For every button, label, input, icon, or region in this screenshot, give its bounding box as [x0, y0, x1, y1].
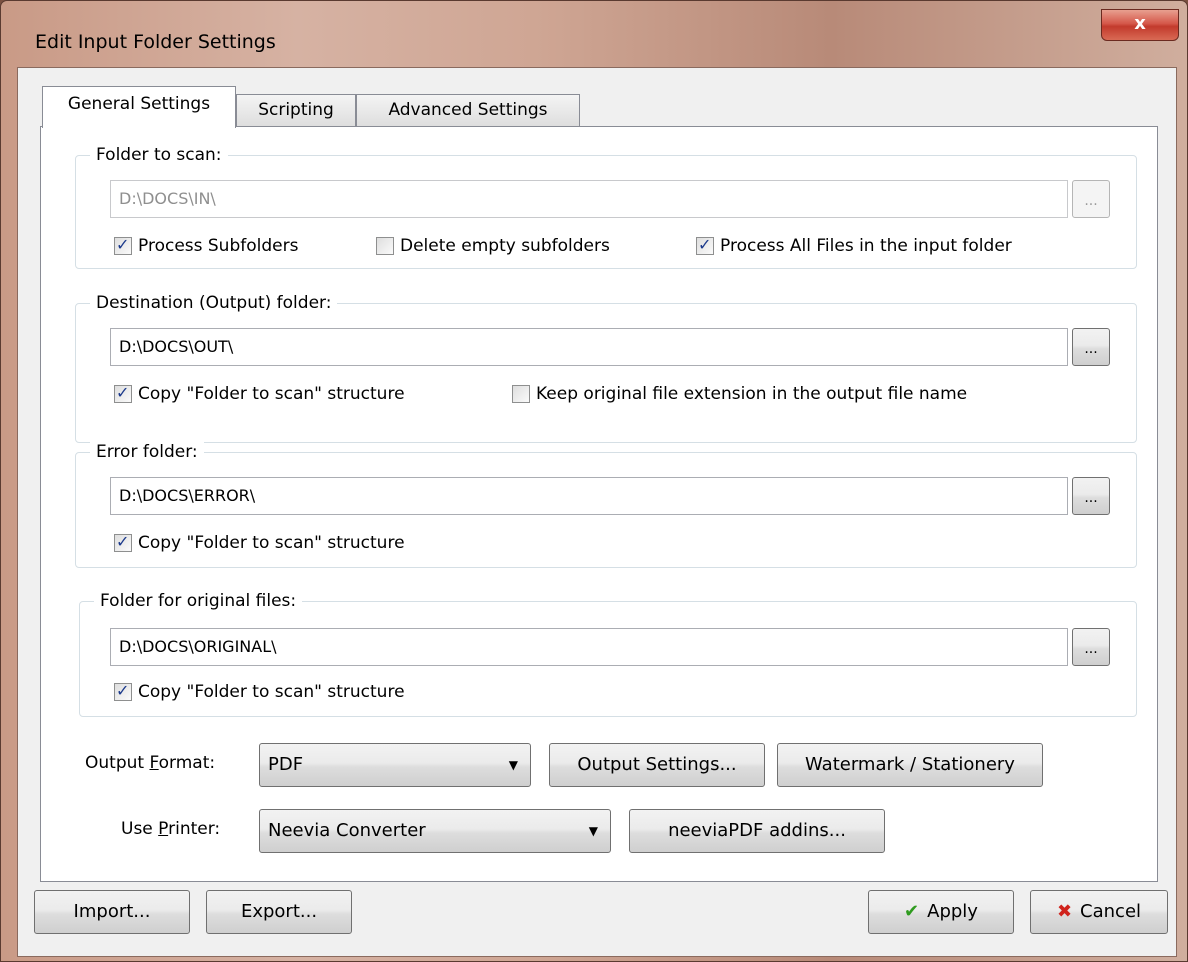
apply-button[interactable]: ✔ Apply [868, 890, 1014, 934]
export-button[interactable]: Export... [206, 890, 352, 934]
dest-copy-structure-label: Copy "Folder to scan" structure [138, 384, 405, 404]
error-folder-browse-button[interactable]: ... [1072, 477, 1110, 515]
chevron-down-icon: ▼ [588, 824, 598, 838]
cancel-button[interactable]: ✖ Cancel [1030, 890, 1168, 934]
close-button[interactable]: x [1101, 9, 1179, 41]
destination-folder-group: Destination (Output) folder: D:\DOCS\OUT… [75, 292, 1137, 443]
general-settings-panel: Folder to scan: D:\DOCS\IN\ ... Process … [40, 126, 1158, 882]
x-icon: ✖ [1056, 901, 1073, 922]
folder-to-scan-group: Folder to scan: D:\DOCS\IN\ ... Process … [75, 144, 1137, 269]
folder-to-scan-legend: Folder to scan: [90, 144, 228, 166]
process-all-files-check[interactable] [696, 235, 714, 255]
dest-copy-structure-checkbox[interactable]: Copy "Folder to scan" structure [114, 381, 405, 407]
output-format-value: PDF [268, 754, 304, 775]
chevron-down-icon: ▼ [508, 758, 518, 772]
process-all-files-checkbox[interactable]: Process All Files in the input folder [696, 233, 1012, 259]
error-copy-structure-label: Copy "Folder to scan" structure [138, 533, 405, 553]
original-files-group: Folder for original files: D:\DOCS\ORIGI… [79, 590, 1137, 717]
checkmark-icon: ✔ [904, 901, 920, 922]
original-copy-structure-checkbox[interactable]: Copy "Folder to scan" structure [114, 679, 405, 705]
original-files-legend: Folder for original files: [94, 590, 303, 612]
dialog-window: Edit Input Folder Settings x General Set… [0, 0, 1188, 962]
printer-select[interactable]: Neevia Converter ▼ [259, 809, 611, 853]
keep-extension-checkbox[interactable]: Keep original file extension in the outp… [512, 381, 967, 407]
printer-value: Neevia Converter [268, 820, 426, 841]
folder-to-scan-browse-button[interactable]: ... [1072, 180, 1110, 218]
output-format-label: Output Format: [85, 753, 216, 773]
tab-general-settings[interactable]: General Settings [42, 86, 236, 128]
original-copy-structure-check[interactable] [114, 681, 132, 701]
window-title: Edit Input Folder Settings [35, 31, 276, 53]
error-folder-input[interactable]: D:\DOCS\ERROR\ [110, 477, 1068, 515]
destination-folder-input[interactable]: D:\DOCS\OUT\ [110, 328, 1068, 366]
title-bar[interactable]: Edit Input Folder Settings x [1, 1, 1187, 69]
apply-label: Apply [927, 901, 978, 922]
cancel-label: Cancel [1080, 901, 1142, 922]
process-subfolders-checkbox[interactable]: Process Subfolders [114, 233, 298, 259]
neeviapdf-addins-button[interactable]: neeviaPDF addins... [629, 809, 885, 853]
process-subfolders-check[interactable] [114, 235, 132, 255]
folder-to-scan-input[interactable]: D:\DOCS\IN\ [110, 180, 1068, 218]
destination-folder-legend: Destination (Output) folder: [90, 292, 338, 314]
process-subfolders-label: Process Subfolders [138, 236, 299, 256]
error-copy-structure-checkbox[interactable]: Copy "Folder to scan" structure [114, 530, 405, 556]
keep-extension-label: Keep original file extension in the outp… [536, 384, 968, 404]
output-settings-button[interactable]: Output Settings... [549, 743, 765, 787]
output-format-select[interactable]: PDF ▼ [259, 743, 531, 787]
error-folder-group: Error folder: D:\DOCS\ERROR\ ... Copy "F… [75, 441, 1137, 568]
tab-advanced-settings[interactable]: Advanced Settings [356, 94, 580, 126]
original-copy-structure-label: Copy "Folder to scan" structure [138, 682, 405, 702]
watermark-stationery-button[interactable]: Watermark / Stationery [777, 743, 1043, 787]
import-button[interactable]: Import... [34, 890, 190, 934]
delete-empty-subfolders-label: Delete empty subfolders [400, 236, 610, 256]
process-all-files-label: Process All Files in the input folder [720, 236, 1012, 256]
original-files-browse-button[interactable]: ... [1072, 628, 1110, 666]
use-printer-label: Use Printer: [121, 819, 221, 839]
dialog-client-area: General Settings Scripting Advanced Sett… [17, 67, 1177, 957]
delete-empty-subfolders-checkbox[interactable]: Delete empty subfolders [376, 233, 610, 259]
destination-folder-browse-button[interactable]: ... [1072, 328, 1110, 366]
error-copy-structure-check[interactable] [114, 532, 132, 552]
original-files-input[interactable]: D:\DOCS\ORIGINAL\ [110, 628, 1068, 666]
keep-extension-check[interactable] [512, 385, 530, 403]
tab-scripting[interactable]: Scripting [236, 94, 356, 126]
delete-empty-subfolders-check[interactable] [376, 237, 394, 255]
dest-copy-structure-check[interactable] [114, 383, 132, 403]
error-folder-legend: Error folder: [90, 441, 204, 463]
